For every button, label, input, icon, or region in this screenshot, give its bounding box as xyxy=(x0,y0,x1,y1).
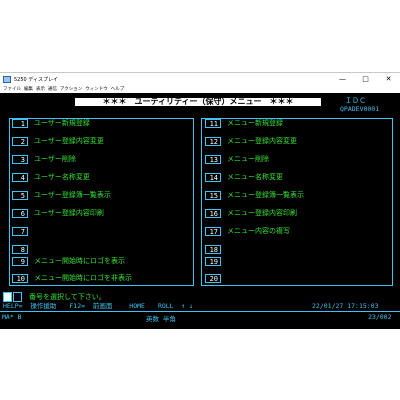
option-label: ユーザー登録内容印刷 xyxy=(34,209,104,217)
status-line: MA* B 英数 半角 23/002 xyxy=(0,311,400,323)
option-label: メニュー開始時にロゴを非表示 xyxy=(34,274,132,282)
menu-option-12[interactable]: 12 メニュー登録内容変更 xyxy=(205,136,387,148)
menu-option-5[interactable]: 5 ユーザー登録簿一覧表示 xyxy=(12,190,188,202)
window-title: 5250 ディスプレイ xyxy=(14,76,58,83)
input-mode: 英数 半角 xyxy=(146,315,176,323)
menu-help[interactable]: ヘルプ xyxy=(111,86,125,92)
option-label: メニュー削除 xyxy=(227,155,269,163)
title-bar: 5250 ディスプレイ — □ ✕ xyxy=(0,73,400,85)
option-number: 3 xyxy=(12,155,28,164)
menu-option-18[interactable]: 18 xyxy=(205,244,387,256)
option-number: 17 xyxy=(205,227,221,236)
close-button[interactable]: ✕ xyxy=(377,73,400,85)
menu-option-11[interactable]: 11 メニュー新規登録 xyxy=(205,118,387,130)
menu-edit[interactable]: 編集 xyxy=(24,86,33,92)
prompt-text: 番号を選択して下さい。 xyxy=(29,293,106,301)
option-number: 16 xyxy=(205,209,221,218)
terminal-screen[interactable]: ＊＊＊ ユーティリティー（保守）メニュー ＊＊＊ ＩＤＣ QPADEV0001 … xyxy=(0,93,400,329)
option-label: メニュー登録簿一覧表示 xyxy=(227,191,304,199)
option-number: 2 xyxy=(12,137,28,146)
option-label: ユーザー名称変更 xyxy=(34,173,90,181)
option-number: 1 xyxy=(12,119,28,128)
option-label: メニュー開始時にロゴを表示 xyxy=(34,257,125,265)
option-label: メニュー登録内容変更 xyxy=(227,137,297,145)
menu-option-13[interactable]: 13 メニュー削除 xyxy=(205,154,387,166)
option-label: メニュー登録内容印刷 xyxy=(227,209,297,217)
menu-bar: ファイル 編集 表示 通信 アクション ウィンドウ ヘルプ xyxy=(0,85,400,93)
menu-option-14[interactable]: 14 メニュー名称変更 xyxy=(205,172,387,184)
option-number: 9 xyxy=(12,257,28,266)
terminal-icon xyxy=(3,75,11,83)
menu-option-10[interactable]: 10 メニュー開始時にロゴを非表示 xyxy=(12,273,188,285)
menu-option-19[interactable]: 19 xyxy=(205,256,387,268)
option-number: 6 xyxy=(12,209,28,218)
menu-action[interactable]: アクション xyxy=(60,86,82,92)
option-number: 12 xyxy=(205,137,221,146)
menu-option-1[interactable]: 1 ユーザー新規登録 xyxy=(12,118,188,130)
option-number: 18 xyxy=(205,245,221,254)
menu-option-2[interactable]: 2 ユーザー登録内容変更 xyxy=(12,136,188,148)
option-label: ユーザー新規登録 xyxy=(34,119,90,127)
option-label: メニュー内容の複写 xyxy=(227,227,290,235)
minimize-button[interactable]: — xyxy=(331,73,354,85)
menu-window[interactable]: ウィンドウ xyxy=(85,86,108,92)
menu-option-3[interactable]: 3 ユーザー削除 xyxy=(12,154,188,166)
menu-option-16[interactable]: 16 メニュー登録内容印刷 xyxy=(205,208,387,220)
maximize-button[interactable]: □ xyxy=(354,73,377,85)
menu-option-6[interactable]: 6 ユーザー登録内容印刷 xyxy=(12,208,188,220)
menu-option-4[interactable]: 4 ユーザー名称変更 xyxy=(12,172,188,184)
menu-option-7[interactable]: 7 xyxy=(12,226,188,238)
terminal-window: 5250 ディスプレイ — □ ✕ ファイル 編集 表示 通信 アクション ウィ… xyxy=(0,72,400,329)
option-label: ユーザー登録内容変更 xyxy=(34,137,104,145)
option-number: 4 xyxy=(12,173,28,182)
option-number: 15 xyxy=(205,191,221,200)
page-title: ＊＊＊ ユーティリティー（保守）メニュー ＊＊＊ xyxy=(75,98,321,106)
menu-communication[interactable]: 通信 xyxy=(48,86,57,92)
menu-file[interactable]: ファイル xyxy=(3,86,21,92)
selection-prompt: 番号を選択して下さい。 xyxy=(3,292,106,302)
function-keys: HELP= 操作援助 F12= 前画面 HOME ROLL ↑ ↓ xyxy=(3,302,194,310)
menu-view[interactable]: 表示 xyxy=(36,86,45,92)
option-number: 20 xyxy=(205,274,221,283)
option-label: メニュー名称変更 xyxy=(227,173,283,181)
menu-option-15[interactable]: 15 メニュー登録簿一覧表示 xyxy=(205,190,387,202)
device-id: QPADEV0001 xyxy=(340,105,380,113)
option-number: 13 xyxy=(205,155,221,164)
timestamp: 22/01/27 17:15:03 xyxy=(312,302,379,310)
menu-option-20[interactable]: 20 xyxy=(205,273,387,285)
selection-input-2[interactable] xyxy=(13,292,22,302)
menu-option-17[interactable]: 17 メニュー内容の複写 xyxy=(205,226,387,238)
selection-input[interactable] xyxy=(3,292,12,302)
option-number: 11 xyxy=(205,119,221,128)
option-number: 19 xyxy=(205,257,221,266)
option-label: ユーザー削除 xyxy=(34,155,76,163)
option-number: 14 xyxy=(205,173,221,182)
option-number: 10 xyxy=(12,274,28,283)
option-label: メニュー新規登録 xyxy=(227,119,283,127)
cursor-position: 23/002 xyxy=(368,313,392,321)
status-ma: MA* B xyxy=(2,313,22,321)
option-label: ユーザー登録簿一覧表示 xyxy=(34,191,111,199)
option-number: 8 xyxy=(12,245,28,254)
option-number: 5 xyxy=(12,191,28,200)
option-number: 7 xyxy=(12,227,28,236)
menu-option-9[interactable]: 9 メニュー開始時にロゴを表示 xyxy=(12,256,188,268)
company-code: ＩＤＣ xyxy=(345,97,366,105)
menu-option-8[interactable]: 8 xyxy=(12,244,188,256)
